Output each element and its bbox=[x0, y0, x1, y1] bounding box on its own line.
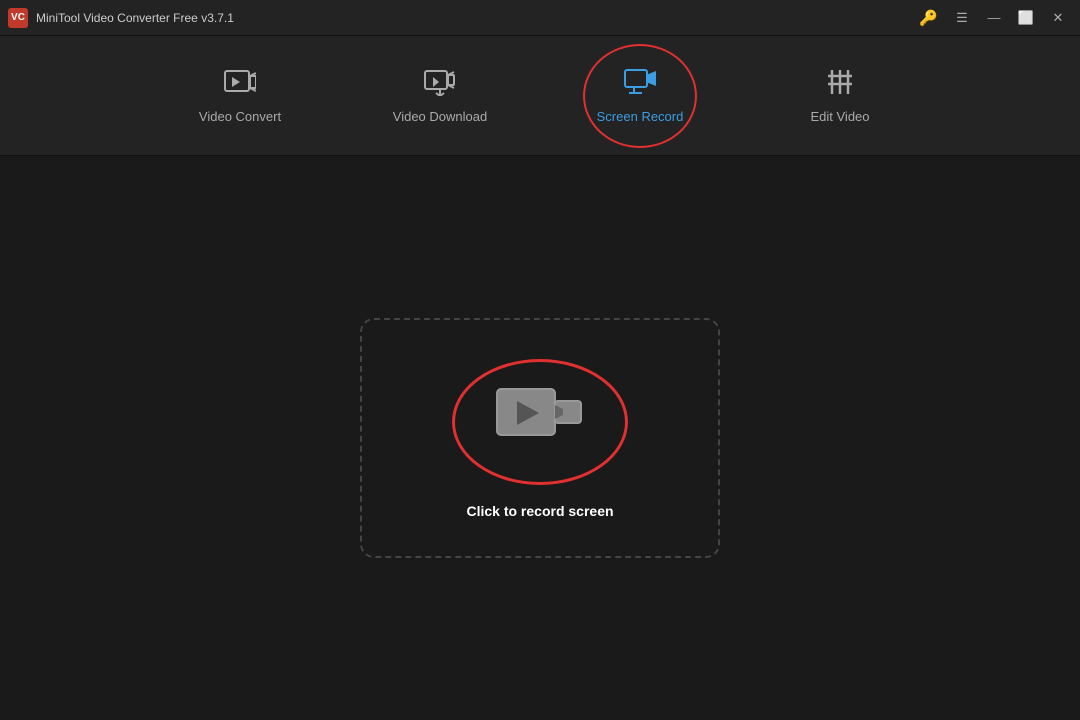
app-logo: VC bbox=[8, 8, 28, 28]
title-bar: VC MiniTool Video Converter Free v3.7.1 … bbox=[0, 0, 1080, 36]
key-icon: 🔑 bbox=[919, 9, 938, 27]
tab-video-convert-label: Video Convert bbox=[199, 109, 281, 124]
record-cta-label: Click to record screen bbox=[466, 503, 613, 519]
tab-video-download[interactable]: Video Download bbox=[340, 36, 540, 156]
tab-screen-record[interactable]: Screen Record bbox=[540, 36, 740, 156]
screen-record-icon bbox=[624, 68, 656, 101]
record-area[interactable]: Click to record screen bbox=[360, 318, 720, 558]
tab-video-download-label: Video Download bbox=[393, 109, 487, 124]
app-title: MiniTool Video Converter Free v3.7.1 bbox=[36, 11, 234, 25]
tab-video-convert[interactable]: Video Convert bbox=[140, 36, 340, 156]
title-bar-left: VC MiniTool Video Converter Free v3.7.1 bbox=[8, 8, 234, 28]
title-bar-controls: 🔑 ☰ — ⬜ ✕ bbox=[919, 6, 1072, 30]
tab-screen-record-label: Screen Record bbox=[597, 109, 684, 124]
video-convert-icon bbox=[224, 68, 256, 101]
nav-bar: Video Convert Video Download bbox=[0, 36, 1080, 156]
maximize-button[interactable]: ⬜ bbox=[1012, 6, 1040, 30]
close-button[interactable]: ✕ bbox=[1044, 6, 1072, 30]
main-content: Click to record screen bbox=[0, 156, 1080, 720]
minimize-button[interactable]: — bbox=[980, 6, 1008, 30]
tab-edit-video-label: Edit Video bbox=[810, 109, 869, 124]
camera-icon-wrap bbox=[450, 357, 630, 487]
camera-icon bbox=[495, 387, 585, 457]
edit-video-icon bbox=[824, 68, 856, 101]
menu-button[interactable]: ☰ bbox=[948, 6, 976, 30]
tab-edit-video[interactable]: Edit Video bbox=[740, 36, 940, 156]
video-download-icon bbox=[424, 68, 456, 101]
